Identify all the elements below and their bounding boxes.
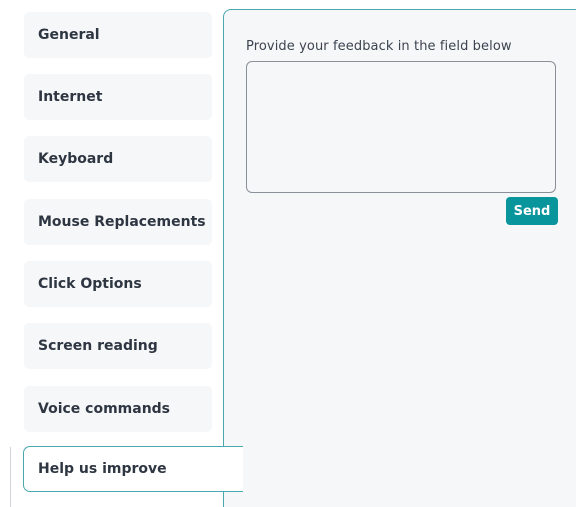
sidebar-item-screen-reading[interactable]: Screen reading: [24, 323, 212, 369]
send-button[interactable]: Send: [506, 197, 558, 225]
feedback-panel: Provide your feedback in the field below…: [223, 9, 576, 507]
sidebar-item-internet[interactable]: Internet: [24, 74, 212, 120]
feedback-input[interactable]: [246, 61, 556, 193]
sidebar-item-keyboard[interactable]: Keyboard: [24, 136, 212, 182]
settings-window: General Internet Keyboard Mouse Replacem…: [0, 0, 576, 507]
sidebar-item-voice-commands[interactable]: Voice commands: [24, 386, 212, 432]
feedback-prompt: Provide your feedback in the field below: [246, 39, 512, 54]
sidebar-item-mouse-replacements[interactable]: Mouse Replacements: [24, 199, 212, 245]
sidebar-item-click-options[interactable]: Click Options: [24, 261, 212, 307]
sidebar-frame-edge: [10, 447, 24, 507]
sidebar-item-general[interactable]: General: [24, 12, 212, 58]
sidebar-item-help-us-improve[interactable]: Help us improve: [23, 446, 243, 492]
